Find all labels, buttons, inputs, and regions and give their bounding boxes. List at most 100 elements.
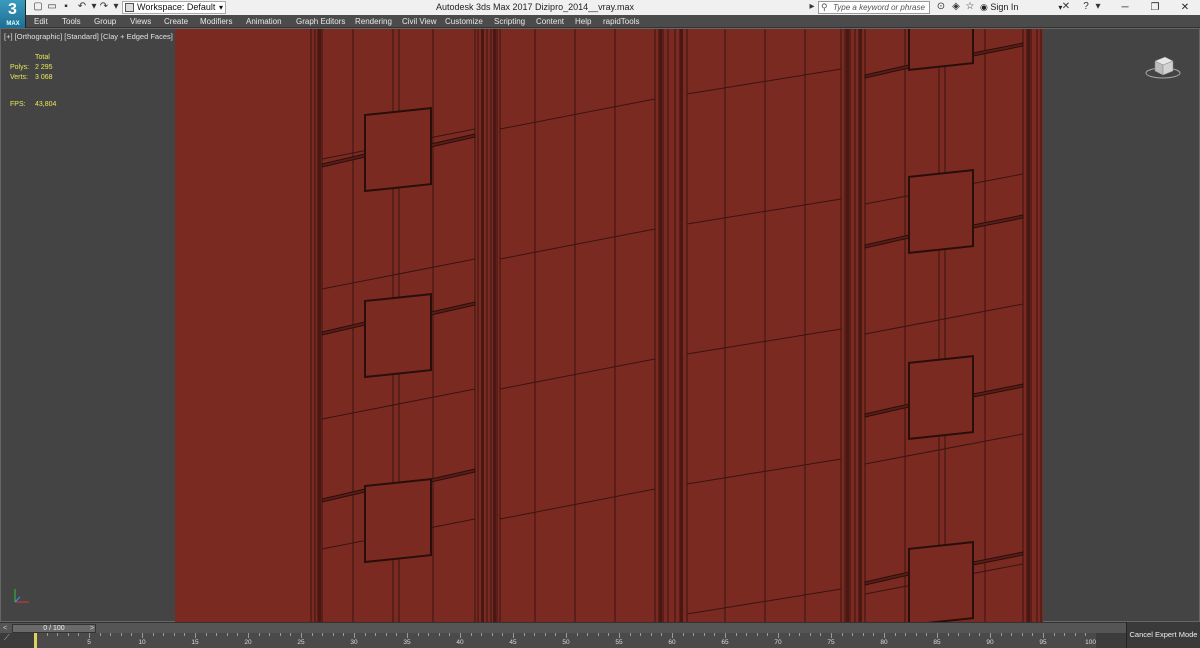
time-slider-thumb[interactable]: 0 / 100 — [12, 624, 96, 633]
search-placeholder: Type a keyword or phrase — [833, 3, 925, 12]
scene-model[interactable] — [175, 29, 1043, 623]
redo-icon[interactable]: ↷ — [98, 1, 110, 13]
favorites-icon[interactable]: ☆ — [964, 1, 976, 13]
viewcube-icon[interactable] — [1145, 53, 1181, 79]
ruler-tick-label: 20 — [244, 639, 252, 646]
ruler-tick — [428, 633, 429, 636]
maximize-button[interactable]: ❐ — [1140, 0, 1170, 15]
frame-ruler[interactable]: 5 10 15 20 25 30 35 40 45 50 55 60 65 70 75 80 85 90 95 100 — [36, 633, 1097, 648]
menu-scripting[interactable]: Scripting — [494, 15, 525, 28]
menu-content[interactable]: Content — [536, 15, 564, 28]
ruler-tick-label: 45 — [509, 639, 517, 646]
stats-total-label: Total — [35, 54, 50, 61]
minimize-button[interactable]: ─ — [1110, 0, 1140, 15]
subscription-icon[interactable]: ◈ — [950, 1, 962, 13]
ruler-tick-label: 15 — [191, 639, 199, 646]
help-dropdown-icon[interactable]: ▾ — [1092, 1, 1104, 13]
ruler-tick — [937, 633, 938, 638]
ruler-tick — [1054, 633, 1055, 636]
ruler-tick — [354, 633, 355, 638]
new-file-icon[interactable]: ▢ — [32, 1, 44, 13]
save-file-icon[interactable]: ▪ — [60, 1, 72, 13]
menu-customize[interactable]: Customize — [445, 15, 483, 28]
binoculars-icon[interactable]: ⊙ — [935, 1, 947, 13]
menu-modifiers[interactable]: Modifiers — [200, 15, 232, 28]
track-bar[interactable]: ⟋ 5 10 15 20 25 30 35 40 45 50 55 60 65 70 75 80 85 90 95 1… — [0, 633, 1126, 648]
cancel-expert-mode-button[interactable]: Cancel Expert Mode — [1126, 622, 1200, 648]
stats-polys-value: 2 295 — [35, 64, 53, 71]
ruler-tick — [799, 633, 800, 636]
menu-edit[interactable]: Edit — [34, 15, 48, 28]
ruler-tick — [587, 633, 588, 636]
search-input[interactable]: ⚲ Type a keyword or phrase — [818, 1, 930, 14]
app-logo-text: 3 — [8, 1, 17, 18]
ruler-tick — [948, 633, 949, 636]
ruler-tick — [884, 633, 885, 638]
ruler-tick-label: 10 — [138, 639, 146, 646]
ruler-tick — [301, 633, 302, 638]
ruler-tick — [1011, 633, 1012, 636]
close-button[interactable]: ✕ — [1170, 0, 1200, 15]
menu-help[interactable]: Help — [575, 15, 591, 28]
ruler-tick — [1085, 633, 1086, 636]
cancel-expert-label: Cancel Expert Mode — [1129, 630, 1198, 639]
ruler-tick — [534, 633, 535, 636]
ruler-tick — [184, 633, 185, 636]
ruler-tick — [460, 633, 461, 638]
ruler-tick — [895, 633, 896, 636]
ruler-tick — [195, 633, 196, 638]
menu-views[interactable]: Views — [130, 15, 151, 28]
ruler-tick — [926, 633, 927, 636]
ruler-tick — [619, 633, 620, 638]
search-options-icon[interactable]: ▸ — [806, 1, 818, 13]
ruler-tick — [831, 633, 832, 638]
ruler-tick — [375, 633, 376, 636]
exchange-apps-icon[interactable]: ✕ — [1060, 1, 1072, 13]
ruler-tick — [905, 633, 906, 636]
undo-icon[interactable]: ↶ — [76, 1, 88, 13]
perspective-viewport[interactable]: [+] [Orthographic] [Standard] [Clay + Ed… — [0, 28, 1200, 623]
menu-group[interactable]: Group — [94, 15, 116, 28]
ruler-tick-label: 40 — [456, 639, 464, 646]
ruler-tick — [789, 633, 790, 636]
ruler-tick — [778, 633, 779, 638]
ruler-tick — [714, 633, 715, 636]
menu-graph-editors[interactable]: Graph Editors — [296, 15, 345, 28]
app-logo-sub: MAX — [6, 21, 20, 27]
ruler-end — [1096, 633, 1126, 648]
help-icon[interactable]: ? — [1080, 1, 1092, 13]
ruler-tick — [312, 633, 313, 636]
ruler-tick — [990, 633, 991, 638]
viewport-label-menu[interactable]: [+] [Orthographic] [Standard] [Clay + Ed… — [4, 32, 173, 41]
ruler-tick — [322, 633, 323, 636]
menu-rendering[interactable]: Rendering — [355, 15, 392, 28]
ruler-tick-label: 70 — [774, 639, 782, 646]
menu-create[interactable]: Create — [164, 15, 188, 28]
ruler-tick — [47, 633, 48, 636]
ruler-tick — [471, 633, 472, 636]
curve-editor-icon[interactable]: ⟋ — [4, 633, 10, 643]
time-marker[interactable] — [34, 633, 37, 648]
stats-fps-label: FPS: — [10, 101, 26, 108]
menu-rapidtools[interactable]: rapidTools — [603, 15, 639, 28]
ruler-tick-label: 80 — [880, 639, 888, 646]
ruler-tick — [365, 633, 366, 636]
ruler-tick — [969, 633, 970, 636]
app-logo-button[interactable]: 3 MAX — [0, 0, 26, 28]
menu-animation[interactable]: Animation — [246, 15, 282, 28]
menu-tools[interactable]: Tools — [62, 15, 81, 28]
sign-in-button[interactable]: ◉ Sign In ▾ — [980, 1, 1062, 14]
open-file-icon[interactable]: ▭ — [46, 1, 58, 13]
ruler-tick — [566, 633, 567, 638]
window-title: Autodesk 3ds Max 2017 Dizipro_2014__vray… — [436, 2, 634, 12]
ruler-tick — [693, 633, 694, 636]
redo-dropdown-icon[interactable]: ▾ — [110, 1, 122, 13]
ruler-tick — [577, 633, 578, 636]
ruler-tick-label: 100 — [1085, 639, 1096, 646]
menu-civil-view[interactable]: Civil View — [402, 15, 437, 28]
ruler-tick-label: 75 — [827, 639, 835, 646]
workspace-dropdown[interactable]: Workspace: Default ▾ — [122, 1, 226, 14]
ruler-tick-label: 50 — [562, 639, 570, 646]
ruler-tick-label: 30 — [350, 639, 358, 646]
ruler-tick — [121, 633, 122, 636]
